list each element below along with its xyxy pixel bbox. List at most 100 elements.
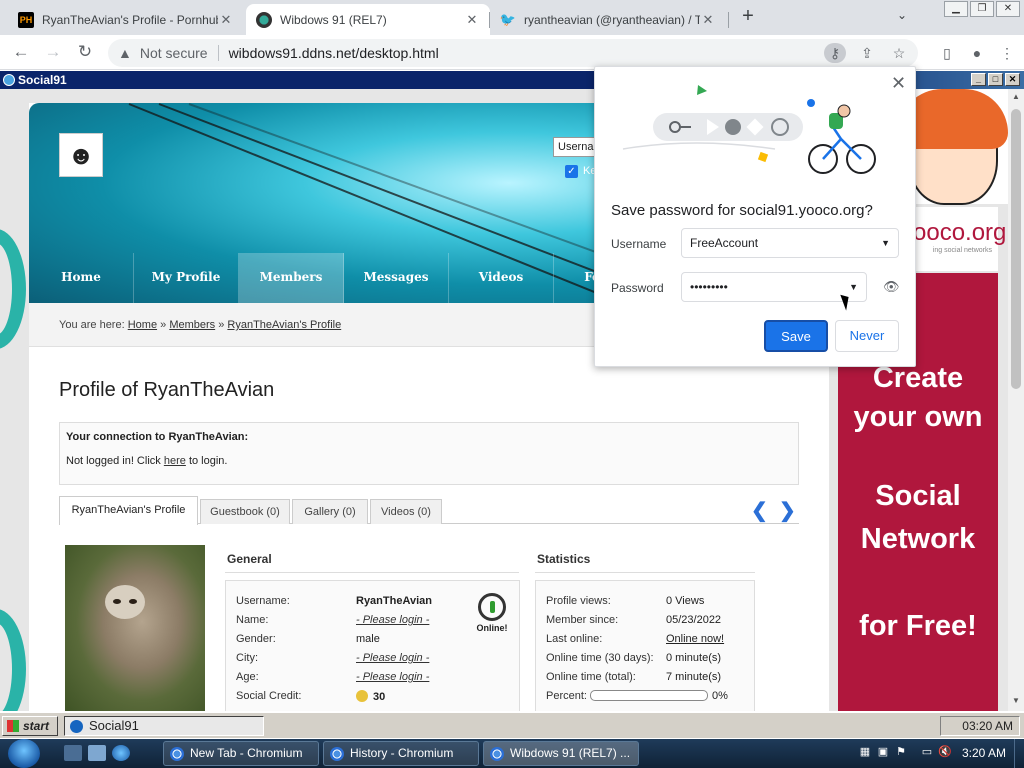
tab-pornhub[interactable]: PH RyanTheAvian's Profile - Pornhub ✕ <box>8 4 244 35</box>
profile-photo[interactable] <box>65 545 205 711</box>
url-text[interactable]: wibdows91.ddns.net/desktop.html <box>229 45 439 61</box>
tray-network-icon[interactable]: ▦ <box>858 745 872 759</box>
previous-arrow-icon[interactable]: ❮ <box>751 498 768 523</box>
close-tab-icon[interactable]: ✕ <box>218 12 234 28</box>
win91-taskbar: start Social91 03:20 AM <box>0 712 1024 738</box>
tab-wibdows91[interactable]: Wibdows 91 (REL7) ✕ <box>246 4 490 35</box>
address-bar[interactable]: ▲ Not secure wibdows91.ddns.net/desktop.… <box>108 39 918 67</box>
key-icon[interactable]: ⚷ <box>824 43 846 63</box>
dropdown-arrow-icon[interactable]: ▼ <box>849 273 858 301</box>
new-tab-button[interactable]: + <box>738 6 758 27</box>
forward-icon[interactable]: → <box>42 42 64 64</box>
percent-value: 0% <box>712 690 728 702</box>
tray-volume-muted-icon[interactable]: 🔇 <box>938 745 952 759</box>
taskbar-chromium-wibdows[interactable]: Wibdows 91 (REL7) ... <box>483 741 639 766</box>
close-icon[interactable]: ✕ <box>996 1 1020 17</box>
info-value: 30 <box>356 690 385 709</box>
info-value[interactable]: - Please login - <box>356 652 429 671</box>
next-arrow-icon[interactable]: ❯ <box>779 498 796 523</box>
maximize-icon[interactable]: □ <box>988 73 1003 86</box>
minimize-icon[interactable]: _ <box>971 73 986 86</box>
tab-gallery[interactable]: Gallery (0) <box>292 499 368 524</box>
nav-videos[interactable]: Videos <box>449 253 554 303</box>
maximize-icon[interactable]: ❐ <box>970 1 994 17</box>
win91-taskbar-social91[interactable]: Social91 <box>64 716 264 736</box>
window-switcher-icon[interactable] <box>88 745 106 761</box>
internet-explorer-icon[interactable] <box>112 745 130 761</box>
online-signal-icon <box>478 593 506 621</box>
nav-members[interactable]: Members <box>239 253 344 303</box>
profile-avatar-icon[interactable]: ● <box>968 44 986 62</box>
bookmark-star-icon[interactable]: ☆ <box>888 43 910 63</box>
not-secure-label[interactable]: Not secure <box>140 45 208 61</box>
general-heading-text: General <box>227 552 272 566</box>
share-icon[interactable]: ⇪ <box>856 43 878 63</box>
site-logo-avatar[interactable]: ☻ <box>59 133 103 177</box>
tray-monitor-icon[interactable]: ▭ <box>920 745 934 759</box>
username-value: FreeAccount <box>690 236 759 250</box>
tab-guestbook[interactable]: Guestbook (0) <box>200 499 290 524</box>
info-value: RyanTheAvian <box>356 595 433 607</box>
taskbar-chromium-history[interactable]: History - Chromium <box>323 741 479 766</box>
page-scrollbar[interactable]: ▲ ▼ <box>1008 89 1024 711</box>
show-password-eye-icon[interactable]: 👁 <box>883 279 900 295</box>
tab-videos[interactable]: Videos (0) <box>370 499 442 524</box>
scroll-thumb[interactable] <box>1011 109 1021 389</box>
windows-start-orb-icon[interactable] <box>8 739 40 768</box>
nav-home[interactable]: Home <box>29 253 134 303</box>
page-title: Profile of RyanTheAvian <box>59 379 275 401</box>
scroll-down-icon[interactable]: ▼ <box>1008 693 1024 709</box>
save-button[interactable]: Save <box>764 320 828 352</box>
tab-profile[interactable]: RyanTheAvian's Profile <box>59 496 198 525</box>
win91-start-button[interactable]: start <box>2 716 58 736</box>
ad-logo-text: ooco.org <box>913 219 1007 246</box>
info-key: Username: <box>236 595 290 607</box>
password-illustration <box>595 67 915 187</box>
username-select[interactable]: FreeAccount ▼ <box>681 228 899 258</box>
menu-kebab-icon[interactable]: ⋮ <box>998 44 1016 62</box>
show-desktop-quicklaunch-icon[interactable] <box>64 745 82 761</box>
info-value[interactable]: - Please login - <box>356 671 429 690</box>
general-heading: General <box>225 552 519 573</box>
info-key: Age: <box>236 671 259 683</box>
login-link[interactable]: here <box>164 455 186 467</box>
win91-clock[interactable]: 03:20 AM <box>940 716 1020 736</box>
stat-value: 0 Views <box>666 595 705 607</box>
pornhub-favicon-icon: PH <box>18 11 34 28</box>
win7-clock[interactable]: 3:20 AM <box>962 746 1006 760</box>
taskbar-chromium-newtab[interactable]: New Tab - Chromium <box>163 741 319 766</box>
scroll-up-icon[interactable]: ▲ <box>1008 89 1024 105</box>
close-tab-icon[interactable]: ✕ <box>464 12 480 28</box>
tab-title: ryantheavian (@ryantheavian) / T <box>524 12 700 27</box>
heading-underline <box>225 572 519 573</box>
stat-row-online-total: Online time (total): 7 minute(s) <box>546 671 744 690</box>
tab-twitter[interactable]: 🐦 ryantheavian (@ryantheavian) / T ✕ <box>490 4 726 35</box>
breadcrumb-home[interactable]: Home <box>128 319 157 331</box>
tray-app-icon[interactable]: ▣ <box>876 745 890 759</box>
breadcrumb-profile[interactable]: RyanTheAvian's Profile <box>227 319 341 331</box>
minimize-icon[interactable]: ▁ <box>944 1 968 17</box>
show-desktop-button[interactable] <box>1014 739 1024 768</box>
reload-icon[interactable]: ↻ <box>74 42 96 64</box>
save-password-dialog: ✕ Save password for social91.yooco.org? … <box>594 66 916 367</box>
statistics-heading: Statistics <box>535 552 755 573</box>
nav-my-profile[interactable]: My Profile <box>134 253 239 303</box>
info-value[interactable]: - Please login - <box>356 614 429 633</box>
close-tab-icon[interactable]: ✕ <box>700 12 716 28</box>
close-dialog-icon[interactable]: ✕ <box>891 73 906 94</box>
stat-row-member-since: Member since: 05/23/2022 <box>546 614 744 633</box>
tab-search-button[interactable]: ⌄ <box>897 8 907 22</box>
breadcrumb-members[interactable]: Members <box>169 319 215 331</box>
side-panel-icon[interactable]: ▯ <box>938 44 956 62</box>
back-icon[interactable]: ← <box>10 42 32 64</box>
close-icon[interactable]: ✕ <box>1005 73 1020 86</box>
keep-logged-in-checkbox[interactable]: ✓ <box>565 165 578 178</box>
password-select[interactable]: ••••••••• ▼ <box>681 272 867 302</box>
stat-value: 0% <box>590 690 728 709</box>
windows-flag-icon <box>7 720 19 732</box>
dropdown-arrow-icon[interactable]: ▼ <box>881 229 890 257</box>
never-button[interactable]: Never <box>835 320 899 352</box>
tray-flag-icon[interactable]: ⚑ <box>894 745 908 759</box>
nav-messages[interactable]: Messages <box>344 253 449 303</box>
warning-icon[interactable]: ▲ <box>118 45 132 61</box>
